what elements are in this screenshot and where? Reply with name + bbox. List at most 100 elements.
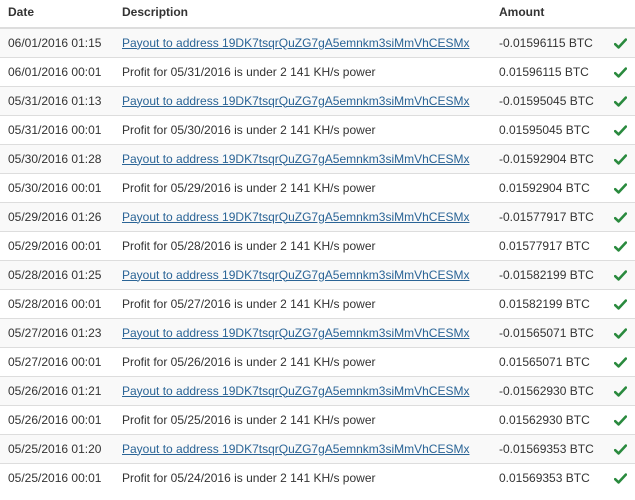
row-description-cell: Profit for 05/26/2016 is under 2 141 KH/… (114, 346, 491, 376)
row-date: 06/01/2016 01:15 (0, 28, 114, 57)
row-date: 05/30/2016 01:28 (0, 143, 114, 173)
check-icon (613, 473, 627, 484)
row-status (605, 172, 635, 202)
payout-address-link[interactable]: Payout to address 19DK7tsqrQuZG7gA5emnkm… (122, 384, 469, 398)
table-row: 05/29/2016 00:01 Profit for 05/28/2016 is… (0, 230, 635, 260)
row-status (605, 375, 635, 405)
row-status (605, 462, 635, 492)
row-date: 05/29/2016 00:01 (0, 230, 114, 260)
row-description-cell: Profit for 05/30/2016 is under 2 141 KH/… (114, 114, 491, 144)
row-amount: -0.01577917 BTC (491, 201, 605, 231)
row-amount: -0.01569353 BTC (491, 433, 605, 463)
transactions-table: Date Description Amount 06/01/2016 01:15… (0, 0, 635, 492)
table-row: 05/30/2016 01:28 Payout to address 19DK7t… (0, 143, 635, 173)
row-amount: -0.01595045 BTC (491, 85, 605, 115)
row-amount: 0.01596115 BTC (491, 56, 605, 86)
row-date: 05/31/2016 01:13 (0, 85, 114, 115)
check-icon (613, 270, 627, 281)
payout-address-link[interactable]: Payout to address 19DK7tsqrQuZG7gA5emnkm… (122, 210, 469, 224)
check-icon (613, 38, 627, 49)
row-date: 05/31/2016 00:01 (0, 114, 114, 144)
row-amount: 0.01565071 BTC (491, 346, 605, 376)
check-icon (613, 299, 627, 310)
row-status (605, 288, 635, 318)
payout-address-link[interactable]: Payout to address 19DK7tsqrQuZG7gA5emnkm… (122, 326, 469, 340)
table-row: 05/31/2016 00:01 Profit for 05/30/2016 is… (0, 114, 635, 144)
payout-address-link[interactable]: Payout to address 19DK7tsqrQuZG7gA5emnkm… (122, 36, 469, 50)
row-description-cell: Profit for 05/25/2016 is under 2 141 KH/… (114, 404, 491, 434)
row-description-cell: Payout to address 19DK7tsqrQuZG7gA5emnkm… (114, 317, 491, 347)
row-description-cell: Payout to address 19DK7tsqrQuZG7gA5emnkm… (114, 85, 491, 115)
profit-description: Profit for 05/24/2016 is under 2 141 KH/… (122, 470, 376, 485)
check-icon (613, 212, 627, 223)
check-icon (613, 241, 627, 252)
table-row: 05/28/2016 00:01 Profit for 05/27/2016 is… (0, 288, 635, 318)
row-status (605, 28, 635, 57)
payout-address-link[interactable]: Payout to address 19DK7tsqrQuZG7gA5emnkm… (122, 442, 469, 456)
row-amount: 0.01582199 BTC (491, 288, 605, 318)
table-row: 05/26/2016 00:01 Profit for 05/25/2016 is… (0, 404, 635, 434)
row-amount: 0.01569353 BTC (491, 462, 605, 492)
header-status (605, 0, 635, 29)
payout-address-link[interactable]: Payout to address 19DK7tsqrQuZG7gA5emnkm… (122, 152, 469, 166)
row-amount: 0.01592904 BTC (491, 172, 605, 202)
header-row: Date Description Amount (0, 0, 635, 29)
check-icon (613, 67, 627, 78)
payout-address-link[interactable]: Payout to address 19DK7tsqrQuZG7gA5emnkm… (122, 268, 469, 282)
row-description-cell: Profit for 05/31/2016 is under 2 141 KH/… (114, 56, 491, 86)
row-description-cell: Payout to address 19DK7tsqrQuZG7gA5emnkm… (114, 143, 491, 173)
row-amount: -0.01582199 BTC (491, 259, 605, 289)
row-description-cell: Payout to address 19DK7tsqrQuZG7gA5emnkm… (114, 375, 491, 405)
profit-description: Profit for 05/27/2016 is under 2 141 KH/… (122, 296, 376, 311)
row-description-cell: Payout to address 19DK7tsqrQuZG7gA5emnkm… (114, 259, 491, 289)
check-icon (613, 328, 627, 339)
row-date: 05/27/2016 01:23 (0, 317, 114, 347)
header-amount: Amount (491, 0, 605, 29)
row-description-cell: Payout to address 19DK7tsqrQuZG7gA5emnkm… (114, 201, 491, 231)
row-date: 05/28/2016 00:01 (0, 288, 114, 318)
row-amount: 0.01595045 BTC (491, 114, 605, 144)
row-description-cell: Profit for 05/27/2016 is under 2 141 KH/… (114, 288, 491, 318)
table-row: 05/31/2016 01:13 Payout to address 19DK7t… (0, 85, 635, 115)
row-date: 05/30/2016 00:01 (0, 172, 114, 202)
profit-description: Profit for 05/26/2016 is under 2 141 KH/… (122, 354, 376, 369)
table-row: 05/26/2016 01:21 Payout to address 19DK7t… (0, 375, 635, 405)
profit-description: Profit for 05/25/2016 is under 2 141 KH/… (122, 412, 376, 427)
payout-address-link[interactable]: Payout to address 19DK7tsqrQuZG7gA5emnkm… (122, 94, 469, 108)
check-icon (613, 415, 627, 426)
row-date: 05/25/2016 00:01 (0, 462, 114, 492)
check-icon (613, 96, 627, 107)
row-status (605, 317, 635, 347)
row-status (605, 259, 635, 289)
row-description-cell: Payout to address 19DK7tsqrQuZG7gA5emnkm… (114, 28, 491, 57)
row-status (605, 404, 635, 434)
table-body: 06/01/2016 01:15 Payout to address 19DK7t… (0, 28, 635, 492)
row-date: 05/26/2016 01:21 (0, 375, 114, 405)
table-row: 05/25/2016 00:01 Profit for 05/24/2016 is… (0, 462, 635, 492)
row-status (605, 346, 635, 376)
header-description: Description (114, 0, 491, 29)
profit-description: Profit for 05/30/2016 is under 2 141 KH/… (122, 122, 376, 137)
row-amount: -0.01596115 BTC (491, 28, 605, 57)
table-row: 05/29/2016 01:26 Payout to address 19DK7t… (0, 201, 635, 231)
table-header: Date Description Amount (0, 0, 635, 29)
row-date: 05/27/2016 00:01 (0, 346, 114, 376)
row-status (605, 85, 635, 115)
row-status (605, 56, 635, 86)
row-description-cell: Profit for 05/28/2016 is under 2 141 KH/… (114, 230, 491, 260)
table-row: 05/27/2016 01:23 Payout to address 19DK7t… (0, 317, 635, 347)
row-status (605, 433, 635, 463)
table-row: 06/01/2016 00:01 Profit for 05/31/2016 is… (0, 56, 635, 86)
row-status (605, 230, 635, 260)
row-date: 06/01/2016 00:01 (0, 56, 114, 86)
row-status (605, 143, 635, 173)
row-date: 05/29/2016 01:26 (0, 201, 114, 231)
table-row: 05/28/2016 01:25 Payout to address 19DK7t… (0, 259, 635, 289)
check-icon (613, 386, 627, 397)
row-amount: -0.01562930 BTC (491, 375, 605, 405)
table-row: 05/27/2016 00:01 Profit for 05/26/2016 is… (0, 346, 635, 376)
table-row: 05/30/2016 00:01 Profit for 05/29/2016 is… (0, 172, 635, 202)
profit-description: Profit for 05/31/2016 is under 2 141 KH/… (122, 64, 376, 79)
table-row: 05/25/2016 01:20 Payout to address 19DK7t… (0, 433, 635, 463)
row-amount: -0.01592904 BTC (491, 143, 605, 173)
